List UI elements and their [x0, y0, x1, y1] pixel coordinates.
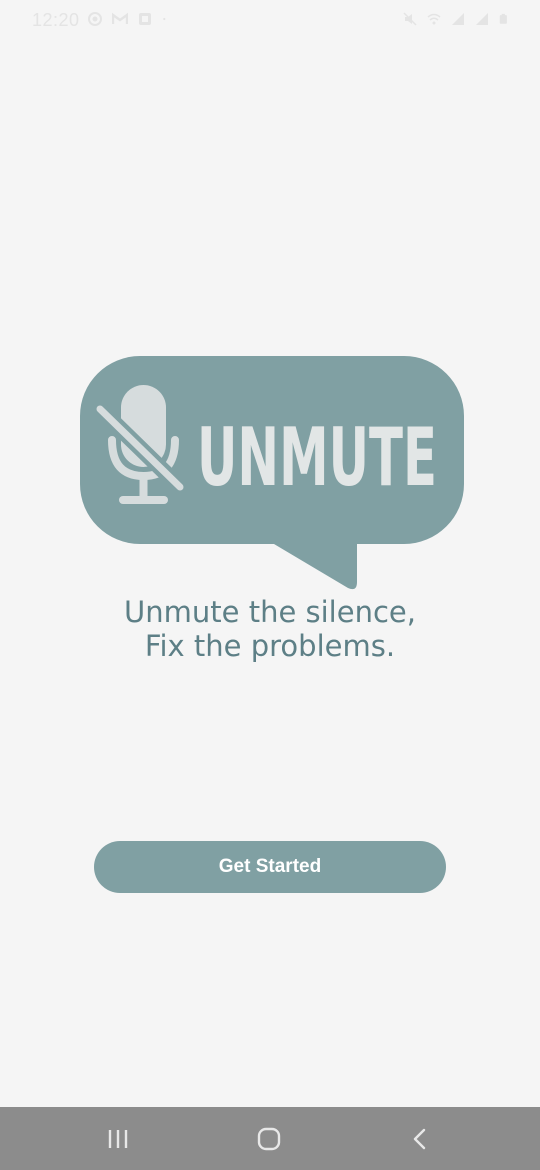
tagline: Unmute the silence, Fix the problems. [0, 595, 540, 663]
get-started-button[interactable]: Get Started [94, 841, 446, 893]
home-button[interactable] [229, 1107, 309, 1170]
recent-apps-button[interactable] [78, 1107, 158, 1170]
home-icon [257, 1127, 281, 1150]
recent-apps-icon [108, 1129, 128, 1148]
signal-icon [476, 13, 488, 25]
logo-graphic: UNMUTE [80, 356, 464, 590]
battery-icon [499, 13, 507, 24]
status-left-icons [88, 12, 170, 26]
status-time: 12:20 [32, 10, 80, 30]
mute-icon [403, 12, 417, 26]
dot-icon [163, 17, 166, 21]
status-bar: 12:20 [0, 0, 540, 40]
gmail-icon [112, 12, 128, 24]
tagline-line-1: Unmute the silence, [124, 595, 416, 629]
signal-icon [452, 13, 464, 25]
shield-icon [88, 12, 102, 26]
tagline-line-2: Fix the problems. [144, 629, 396, 663]
navigation-bar [0, 1107, 540, 1170]
back-button[interactable] [380, 1107, 460, 1170]
app-logo: UNMUTE [78, 354, 468, 594]
status-right-icons [403, 12, 510, 26]
wifi-icon [427, 13, 441, 25]
logo-text: UNMUTE [197, 411, 437, 504]
notification-app-icon [139, 13, 151, 25]
back-icon [413, 1128, 426, 1149]
